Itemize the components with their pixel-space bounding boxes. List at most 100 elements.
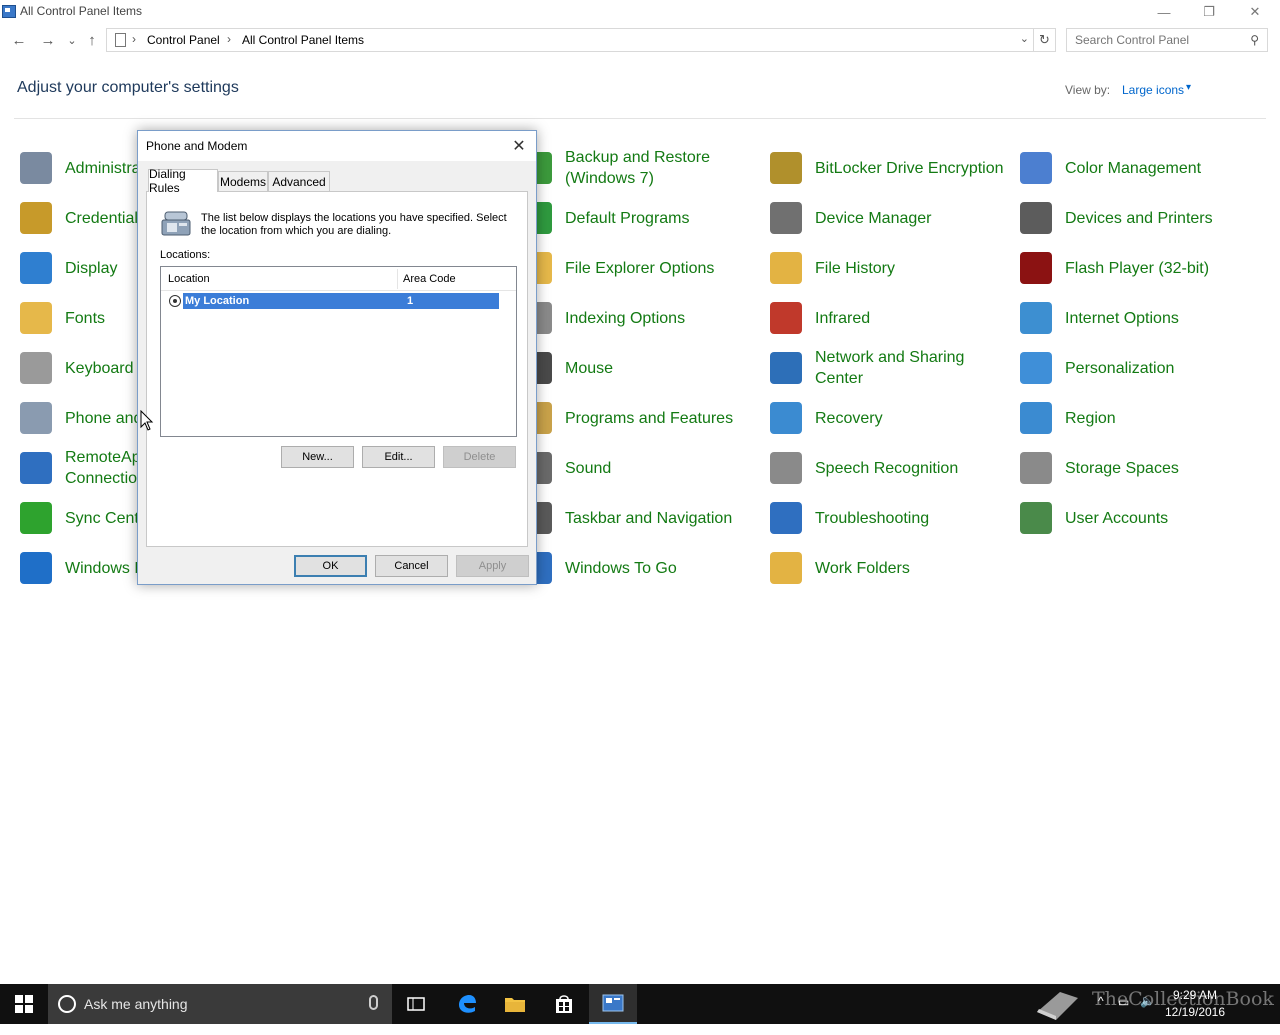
clock-time: 9:29 AM <box>1172 988 1218 1002</box>
credential-icon <box>20 202 52 234</box>
tab-advanced[interactable]: Advanced <box>268 171 330 191</box>
view-by-dropdown[interactable]: Large icons <box>1122 83 1184 97</box>
volume-icon[interactable]: 🔈 <box>1140 994 1155 1034</box>
clock-date: 12/19/2016 <box>1164 1005 1226 1019</box>
device-manager-icon <box>770 202 802 234</box>
phone-modem-dialog: Phone and Modem ✕ Dialing Rules Modems A… <box>137 130 537 585</box>
control-panel-item[interactable]: Programs and Features <box>520 393 770 443</box>
task-view-button[interactable] <box>392 984 440 1024</box>
restore-button[interactable]: ❐ <box>1186 0 1232 24</box>
edge-button[interactable] <box>443 984 491 1024</box>
control-panel-item[interactable]: Windows To Go <box>520 543 770 593</box>
control-panel-item[interactable]: Work Folders <box>770 543 1020 593</box>
control-panel-item[interactable]: Region <box>1020 393 1270 443</box>
cortana-search-box[interactable]: Ask me anything <box>48 984 392 1024</box>
edit-button[interactable]: Edit... <box>362 446 435 468</box>
control-panel-item[interactable]: Devices and Printers <box>1020 193 1270 243</box>
view-by-label: View by: <box>1065 83 1111 97</box>
control-panel-item-label: Infrared <box>815 309 871 327</box>
color-management-icon <box>1020 152 1052 184</box>
minimize-button[interactable]: — <box>1141 0 1187 24</box>
control-panel-item[interactable]: Taskbar and Navigation <box>520 493 770 543</box>
forward-button[interactable]: → <box>37 28 59 52</box>
control-panel-item-label: Speech Recognition <box>815 459 959 477</box>
control-panel-icon <box>2 5 16 18</box>
folder-icon <box>505 998 525 1012</box>
network-icon[interactable]: ▭ <box>1118 995 1129 1035</box>
defender-icon <box>20 552 52 584</box>
control-panel-item-label: Default Programs <box>565 209 690 227</box>
selected-row-highlight: My Location 1 <box>183 293 499 309</box>
breadcrumb-control-panel[interactable]: Control Panel <box>147 33 220 47</box>
control-panel-item[interactable]: File History <box>770 243 1020 293</box>
control-panel-item[interactable]: Infrared <box>770 293 1020 343</box>
control-panel-item[interactable]: File Explorer Options <box>520 243 770 293</box>
up-button[interactable]: ↑ <box>81 28 103 52</box>
column-location[interactable]: Location <box>168 273 210 285</box>
system-clock[interactable]: 9:29 AM 12/19/2016 <box>1160 987 1230 1021</box>
list-header: Location Area Code <box>161 267 516 291</box>
tab-modems[interactable]: Modems <box>218 171 268 191</box>
address-bar[interactable]: › Control Panel › All Control Panel Item… <box>106 28 1034 52</box>
delete-button[interactable]: Delete <box>443 446 516 468</box>
search-input[interactable] <box>1075 29 1245 51</box>
microphone-icon[interactable] <box>369 995 378 1010</box>
control-panel-item[interactable]: Internet Options <box>1020 293 1270 343</box>
task-view-icon <box>407 997 425 1011</box>
search-box[interactable]: ⚲ <box>1066 28 1268 52</box>
file-history-icon <box>770 252 802 284</box>
control-panel-item[interactable]: BitLocker Drive Encryption <box>770 143 1020 193</box>
mouse-cursor-icon <box>140 410 154 431</box>
new-button[interactable]: New... <box>281 446 354 468</box>
locations-list[interactable]: Location Area Code My Location 1 <box>160 266 517 437</box>
column-area-code[interactable]: Area Code <box>403 273 456 285</box>
dialog-title-bar: Phone and Modem ✕ <box>138 131 536 161</box>
divider <box>14 118 1266 119</box>
control-panel-item[interactable]: Speech Recognition <box>770 443 1020 493</box>
close-button[interactable]: ✕ <box>1232 0 1278 24</box>
flash-icon <box>1020 252 1052 284</box>
area-code: 1 <box>407 295 414 307</box>
storage-icon <box>1020 452 1052 484</box>
control-panel-item-label: Indexing Options <box>565 309 686 327</box>
control-panel-item[interactable]: Device Manager <box>770 193 1020 243</box>
caret-down-icon[interactable]: ▾ <box>1186 82 1191 93</box>
cancel-button[interactable]: Cancel <box>375 555 448 577</box>
tab-dialing-rules[interactable]: Dialing Rules <box>148 167 218 195</box>
control-panel-item-label: File Explorer Options <box>565 259 715 277</box>
control-panel-item[interactable]: Sound <box>520 443 770 493</box>
start-button[interactable] <box>0 984 48 1024</box>
apply-button[interactable]: Apply <box>456 555 529 577</box>
internet-options-icon <box>1020 302 1052 334</box>
column-separator <box>397 269 398 289</box>
store-button[interactable] <box>540 984 588 1024</box>
control-panel-item[interactable]: Color Management <box>1020 143 1270 193</box>
remoteapp-icon <box>20 452 52 484</box>
show-hidden-icons-icon[interactable]: ^ <box>1098 994 1104 1034</box>
breadcrumb-all-items[interactable]: All Control Panel Items <box>242 33 364 47</box>
control-panel-item[interactable]: Storage Spaces <box>1020 443 1270 493</box>
control-panel-item[interactable]: User Accounts <box>1020 493 1270 543</box>
file-explorer-button[interactable] <box>491 984 539 1024</box>
ok-button[interactable]: OK <box>294 555 367 577</box>
control-panel-item-label: Windows To Go <box>565 559 677 577</box>
control-panel-item-label: Region <box>1065 409 1116 427</box>
control-panel-taskbar-button[interactable] <box>589 984 637 1024</box>
refresh-button[interactable]: ↻ <box>1034 28 1056 52</box>
control-panel-item[interactable]: Flash Player (32-bit) <box>1020 243 1270 293</box>
control-panel-item[interactable]: Backup and Restore (Windows 7) <box>520 143 770 193</box>
dialog-close-button[interactable]: ✕ <box>508 135 530 157</box>
back-button[interactable]: ← <box>8 28 30 52</box>
search-icon[interactable]: ⚲ <box>1250 33 1259 47</box>
control-panel-item[interactable]: Mouse <box>520 343 770 393</box>
chevron-down-icon[interactable]: ⌄ <box>1020 32 1029 45</box>
recent-locations-button[interactable]: ⌄ <box>61 28 83 52</box>
selected-location-icon <box>169 295 181 307</box>
control-panel-item[interactable]: Personalization <box>1020 343 1270 393</box>
list-row[interactable]: My Location 1 <box>169 293 499 309</box>
control-panel-item[interactable]: Recovery <box>770 393 1020 443</box>
control-panel-item[interactable]: Troubleshooting <box>770 493 1020 543</box>
control-panel-item[interactable]: Network and Sharing Center <box>770 343 1020 393</box>
control-panel-item[interactable]: Indexing Options <box>520 293 770 343</box>
control-panel-item[interactable]: Default Programs <box>520 193 770 243</box>
